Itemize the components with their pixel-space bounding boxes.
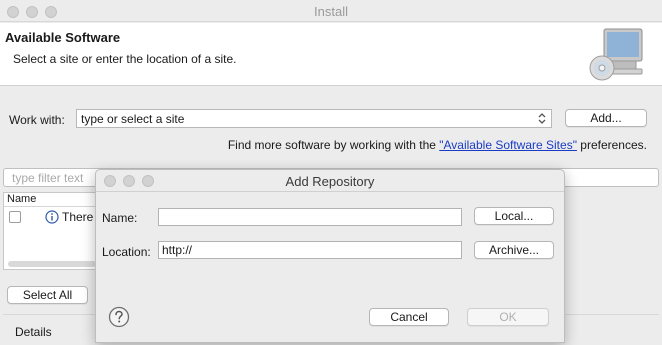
location-label: Location: (102, 245, 151, 259)
find-more-prefix: Find more software by working with the (227, 138, 440, 152)
info-icon (45, 210, 59, 224)
add-repository-dialog: Add Repository Name: Local... Location: … (95, 169, 565, 343)
computer-cd-icon (589, 28, 643, 81)
name-field[interactable] (158, 208, 462, 226)
work-with-label: Work with: (9, 113, 65, 127)
window-titlebar: Install (0, 0, 662, 22)
site-combobox-value: type or select a site (81, 112, 185, 126)
cancel-button[interactable]: Cancel (369, 308, 449, 326)
archive-button[interactable]: Archive... (474, 241, 554, 259)
find-more-suffix: preferences. (576, 138, 647, 152)
window-title: Install (314, 4, 348, 19)
chevron-updown-icon[interactable] (536, 111, 548, 126)
location-input[interactable] (159, 242, 461, 258)
add-site-button[interactable]: Add... (565, 109, 647, 127)
select-all-button[interactable]: Select All (7, 286, 88, 304)
page-subtitle: Select a site or enter the location of a… (13, 52, 237, 66)
local-button[interactable]: Local... (474, 207, 554, 225)
page-title: Available Software (5, 30, 121, 45)
row-checkbox[interactable] (9, 211, 21, 223)
dialog-titlebar: Add Repository (96, 170, 564, 192)
ok-button[interactable]: OK (467, 308, 549, 326)
name-label: Name: (102, 211, 138, 225)
details-label: Details (15, 325, 52, 339)
table-row-text: There i (62, 210, 100, 224)
help-icon[interactable] (108, 306, 130, 328)
horizontal-scrollbar[interactable] (8, 261, 96, 267)
site-combobox[interactable]: type or select a site (76, 109, 552, 128)
column-header-name[interactable]: Name (4, 193, 98, 207)
name-input[interactable] (159, 209, 461, 225)
software-table: Name There i (3, 192, 99, 270)
location-field[interactable] (158, 241, 462, 259)
available-software-sites-link[interactable]: "Available Software Sites" (439, 138, 577, 152)
find-more-text: Find more software by working with the "… (228, 138, 647, 152)
header-banner: Available Software Select a site or ente… (0, 23, 662, 86)
dialog-title: Add Repository (285, 174, 375, 189)
